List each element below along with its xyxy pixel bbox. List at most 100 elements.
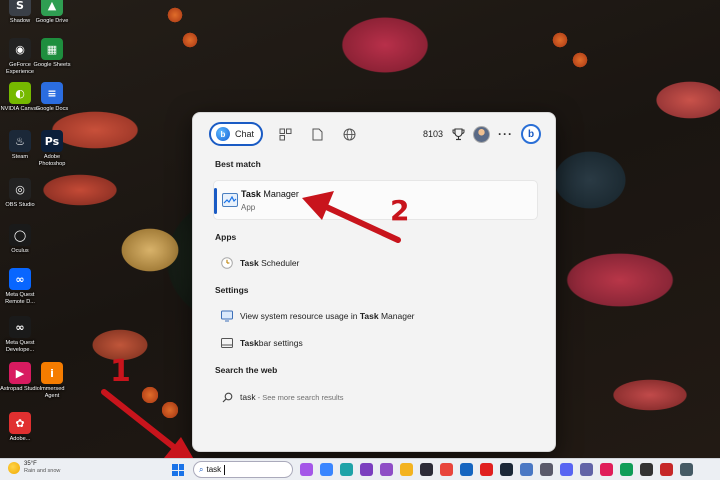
taskbar-app-teams-dark-icon[interactable] [420,463,433,476]
result-taskbar-settings[interactable]: Taskbar settings [221,335,303,351]
taskbar-app-widgets-icon[interactable] [320,463,333,476]
search-query: task [206,465,222,474]
app-icon: S [9,0,31,16]
selection-indicator [214,188,217,214]
result-web-search[interactable]: task - See more search results [221,389,344,405]
desktop-icon[interactable]: ◉ GeForce Experience [2,38,38,75]
task-manager-icon [222,193,238,207]
desktop-icon[interactable]: ◎ OBS Studio [2,178,38,209]
search-icon [221,391,233,403]
app-icon: ≡ [41,82,63,104]
best-match-heading: Best match [215,159,261,169]
desktop-icon-label: Google Docs [35,106,69,112]
result-label: Taskbar settings [240,338,303,348]
user-avatar[interactable] [473,125,490,143]
bing-chat-icon[interactable]: b [521,124,541,144]
app-icon: ◐ [9,82,31,104]
best-match-task-manager[interactable]: Task Manager App [213,180,538,220]
app-icon: ◯ [9,224,31,246]
desktop-icon-label: Meta Quest Remote D... [5,292,35,305]
start-search-panel: b Chat 8103 ··· b Best match Task Manage… [192,112,556,452]
desktop-icon-label: Google Drive [35,18,69,24]
desktop-icon[interactable]: ∞ Meta Quest Develope... [2,316,38,353]
weather-temp: 35°F [24,461,37,467]
search-web-heading: Search the web [215,365,278,375]
chat-label: Chat [235,129,255,139]
clock-icon [221,257,233,269]
taskbar-app-photos-icon[interactable] [620,463,633,476]
apps-heading: Apps [215,232,237,242]
apps-filter-icon[interactable] [275,124,295,144]
weather-widget[interactable]: 35°F Rain and snow [8,461,60,475]
desktop-icon[interactable]: ▦ Google Sheets [33,38,71,69]
monitor-icon [221,310,233,322]
app-icon: ▶ [9,362,31,384]
app-icon: ◎ [9,178,31,200]
taskbar-app-steam-icon[interactable] [500,463,513,476]
desktop-icon-label: OBS Studio [5,202,35,208]
desktop-icon-label: Meta Quest Develope... [5,340,35,353]
result-label: task - See more search results [240,392,344,402]
app-icon: ∞ [9,268,31,290]
documents-filter-icon[interactable] [307,124,327,144]
app-icon: Ps [41,130,63,152]
app-icon: ▲ [41,0,63,16]
taskbar-app-discord-icon[interactable] [560,463,573,476]
taskbar-app-bt-icon[interactable] [660,463,673,476]
taskbar-app-outlook-icon[interactable] [460,463,473,476]
desktop-icon-label: Adobe... [9,436,31,442]
taskbar-search-input[interactable]: ⌕ task [193,461,293,478]
taskbar-app-edge-icon[interactable] [340,463,353,476]
desktop-icon[interactable]: i Immersed Agent [34,362,70,399]
desktop-icon[interactable]: ✿ Adobe... [2,412,38,443]
taskbar-app-slack-icon[interactable] [600,463,613,476]
text-caret [224,464,226,475]
desktop-icon-label: Google Sheets [33,62,71,68]
result-label: View system resource usage in Task Manag… [240,311,415,321]
settings-heading: Settings [215,285,249,295]
app-icon: ∞ [9,316,31,338]
taskbar-app-app-red-icon[interactable] [480,463,493,476]
desktop-icon-label: Immersed Agent [39,386,65,399]
desktop-icon[interactable]: ◯ Oculus [2,224,38,255]
taskbar-app-app-gray-icon[interactable] [540,463,553,476]
rewards-trophy-icon[interactable] [451,127,465,141]
taskbar-app-chrome-icon[interactable] [440,463,453,476]
search-panel-toolbar: b Chat 8103 ··· b [209,122,541,146]
desktop-icon[interactable]: Ps Adobe Photoshop [34,130,70,167]
annotation-step-2: 2 [390,194,410,227]
chat-button[interactable]: b Chat [209,122,263,146]
app-icon: ◉ [9,38,31,60]
app-icon: ▦ [41,38,63,60]
desktop-icon[interactable]: ∞ Meta Quest Remote D... [2,268,38,305]
taskbar-app-onenote-icon[interactable] [360,463,373,476]
app-icon: ♨ [9,130,31,152]
app-icon: ✿ [9,412,31,434]
result-view-resource-usage[interactable]: View system resource usage in Task Manag… [221,308,415,324]
desktop-icon[interactable]: ▲ Google Drive [34,0,70,25]
bing-icon: b [216,127,230,141]
desktop-icons: S Shadow ▲ Google Drive ◉ GeForce Experience ▦… [0,0,72,458]
rewards-points[interactable]: 8103 [423,129,443,139]
taskbar-app-teams-icon[interactable] [580,463,593,476]
search-icon: ⌕ [199,464,204,474]
web-filter-icon[interactable] [339,124,359,144]
taskbar-app-app-last-icon[interactable] [680,463,693,476]
desktop-icon-label: Oculus [11,248,29,254]
desktop-icon[interactable]: ≡ Google Docs [34,82,70,113]
taskbar-app-app-dark-icon[interactable] [640,463,653,476]
pinned-apps [300,463,693,476]
taskbar-icon [221,337,233,349]
taskbar-app-files-icon[interactable] [400,463,413,476]
result-task-scheduler[interactable]: Task Scheduler [221,255,299,271]
more-options-button[interactable]: ··· [498,127,513,141]
taskbar-app-monitor-icon[interactable] [520,463,533,476]
annotation-step-1: 1 [110,354,131,389]
taskbar-app-app-purple-icon[interactable] [380,463,393,476]
weather-icon [8,462,20,474]
best-match-name: Task Manager [241,189,299,199]
taskbar-app-copilot-icon[interactable] [300,463,313,476]
start-button[interactable] [172,464,184,476]
weather-condition: Rain and snow [24,468,61,474]
taskbar: 35°F Rain and snow ⌕ task [0,458,720,480]
